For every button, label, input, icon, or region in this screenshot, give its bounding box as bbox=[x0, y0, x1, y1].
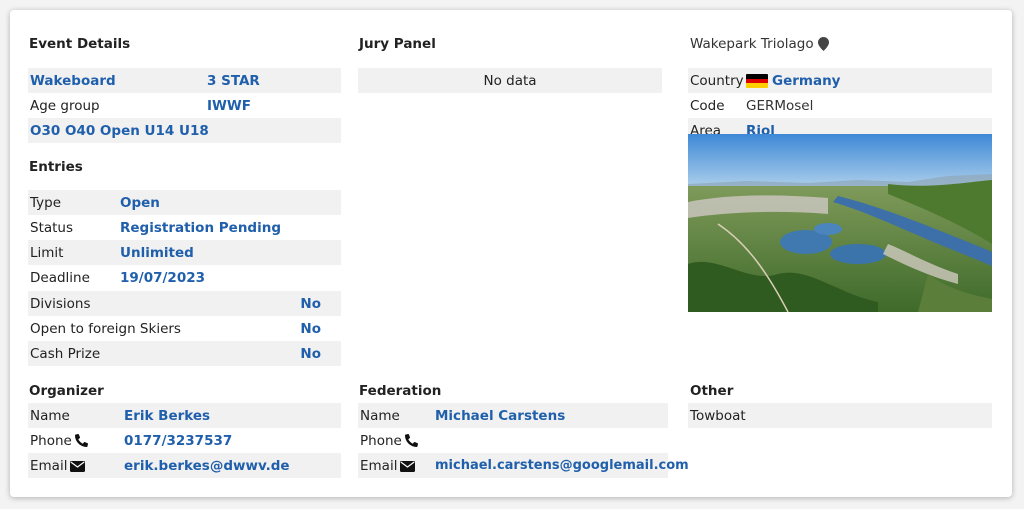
venue-code-row: Code GERMosel bbox=[688, 93, 992, 118]
code-label: Code bbox=[690, 97, 725, 114]
entries-title: Entries bbox=[29, 159, 83, 175]
phone-icon bbox=[75, 433, 89, 451]
event-card: Event Details Wakeboard 3 STAR Age group… bbox=[10, 10, 1012, 497]
deadline-label: Deadline bbox=[30, 269, 90, 286]
federation-email-row: Email michael.carstens@googlemail.com bbox=[358, 453, 689, 478]
entries-deadline-row: Deadline 19/07/2023 bbox=[28, 265, 341, 290]
organizer-email-value[interactable]: erik.berkes@dwwv.de bbox=[124, 458, 290, 474]
federation-phone-label: Phone bbox=[360, 432, 402, 449]
entries-cash-row: Cash Prize No bbox=[28, 341, 341, 366]
country-value[interactable]: Germany bbox=[772, 73, 840, 89]
limit-value[interactable]: Unlimited bbox=[120, 245, 194, 261]
entries-status-row: Status Registration Pending bbox=[28, 215, 341, 240]
age-group-row: Age group IWWF bbox=[28, 93, 341, 118]
organizer-phone-row: Phone 0177/3237537 bbox=[28, 428, 341, 453]
deadline-value[interactable]: 19/07/2023 bbox=[120, 270, 205, 286]
code-value: GERMosel bbox=[746, 97, 814, 114]
entries-foreign-row: Open to foreign Skiers No bbox=[28, 316, 341, 341]
federation-email-value[interactable]: michael.carstens@googlemail.com bbox=[435, 458, 689, 473]
federation-name-label: Name bbox=[360, 407, 400, 424]
entries-type-row: Type Open bbox=[28, 190, 341, 215]
organizer-name-label: Name bbox=[30, 407, 70, 424]
event-details-title: Event Details bbox=[29, 36, 131, 52]
organizer-name-value[interactable]: Erik Berkes bbox=[124, 408, 210, 424]
entries-divisions-row: Divisions No bbox=[28, 291, 341, 316]
rating-value[interactable]: 3 STAR bbox=[207, 73, 260, 89]
towboat-label: Towboat bbox=[690, 407, 746, 424]
foreign-skiers-label: Open to foreign Skiers bbox=[30, 320, 181, 337]
organizer-email-row: Email erik.berkes@dwwv.de bbox=[28, 453, 341, 478]
discipline-value[interactable]: Wakeboard bbox=[30, 73, 116, 89]
jury-panel-row: No data bbox=[358, 68, 662, 93]
cash-prize-label: Cash Prize bbox=[30, 345, 101, 362]
country-label: Country bbox=[690, 72, 744, 89]
federation-email-label: Email bbox=[360, 457, 398, 474]
other-title: Other bbox=[690, 383, 734, 399]
germany-flag-icon bbox=[746, 74, 768, 88]
envelope-icon bbox=[400, 460, 415, 476]
age-group-value[interactable]: IWWF bbox=[207, 98, 251, 114]
categories-value[interactable]: O30 O40 Open U14 U18 bbox=[30, 123, 209, 139]
federation-name-row: Name Michael Carstens bbox=[358, 403, 668, 428]
venue-name: Wakepark Triolago bbox=[690, 36, 814, 52]
limit-label: Limit bbox=[30, 244, 64, 261]
cash-prize-value[interactable]: No bbox=[300, 346, 321, 362]
entries-limit-row: Limit Unlimited bbox=[28, 240, 341, 265]
envelope-icon bbox=[70, 460, 85, 476]
venue-country-row: Country Germany bbox=[688, 68, 992, 93]
divisions-label: Divisions bbox=[30, 295, 91, 312]
jury-panel-title: Jury Panel bbox=[359, 36, 436, 52]
foreign-skiers-value[interactable]: No bbox=[300, 321, 321, 337]
type-label: Type bbox=[30, 194, 62, 211]
federation-phone-row: Phone bbox=[358, 428, 668, 453]
status-label: Status bbox=[30, 219, 74, 236]
type-value[interactable]: Open bbox=[120, 195, 160, 211]
categories-row: O30 O40 Open U14 U18 bbox=[28, 118, 341, 143]
federation-title: Federation bbox=[359, 383, 442, 399]
organizer-name-row: Name Erik Berkes bbox=[28, 403, 341, 428]
organizer-title: Organizer bbox=[29, 383, 104, 399]
divisions-value[interactable]: No bbox=[300, 296, 321, 312]
discipline-row: Wakeboard 3 STAR bbox=[28, 68, 341, 93]
status-value[interactable]: Registration Pending bbox=[120, 220, 281, 236]
venue-photo bbox=[688, 134, 992, 312]
organizer-phone-value[interactable]: 0177/3237537 bbox=[124, 433, 232, 449]
organizer-phone-label: Phone bbox=[30, 432, 72, 449]
map-marker-icon bbox=[817, 37, 829, 51]
other-towboat-row: Towboat bbox=[688, 403, 992, 428]
phone-icon bbox=[405, 433, 419, 451]
federation-name-value[interactable]: Michael Carstens bbox=[435, 408, 565, 424]
jury-no-data: No data bbox=[483, 72, 537, 89]
organizer-email-label: Email bbox=[30, 457, 68, 474]
age-group-label: Age group bbox=[30, 97, 100, 114]
venue-name-row: Wakepark Triolago bbox=[690, 36, 829, 52]
